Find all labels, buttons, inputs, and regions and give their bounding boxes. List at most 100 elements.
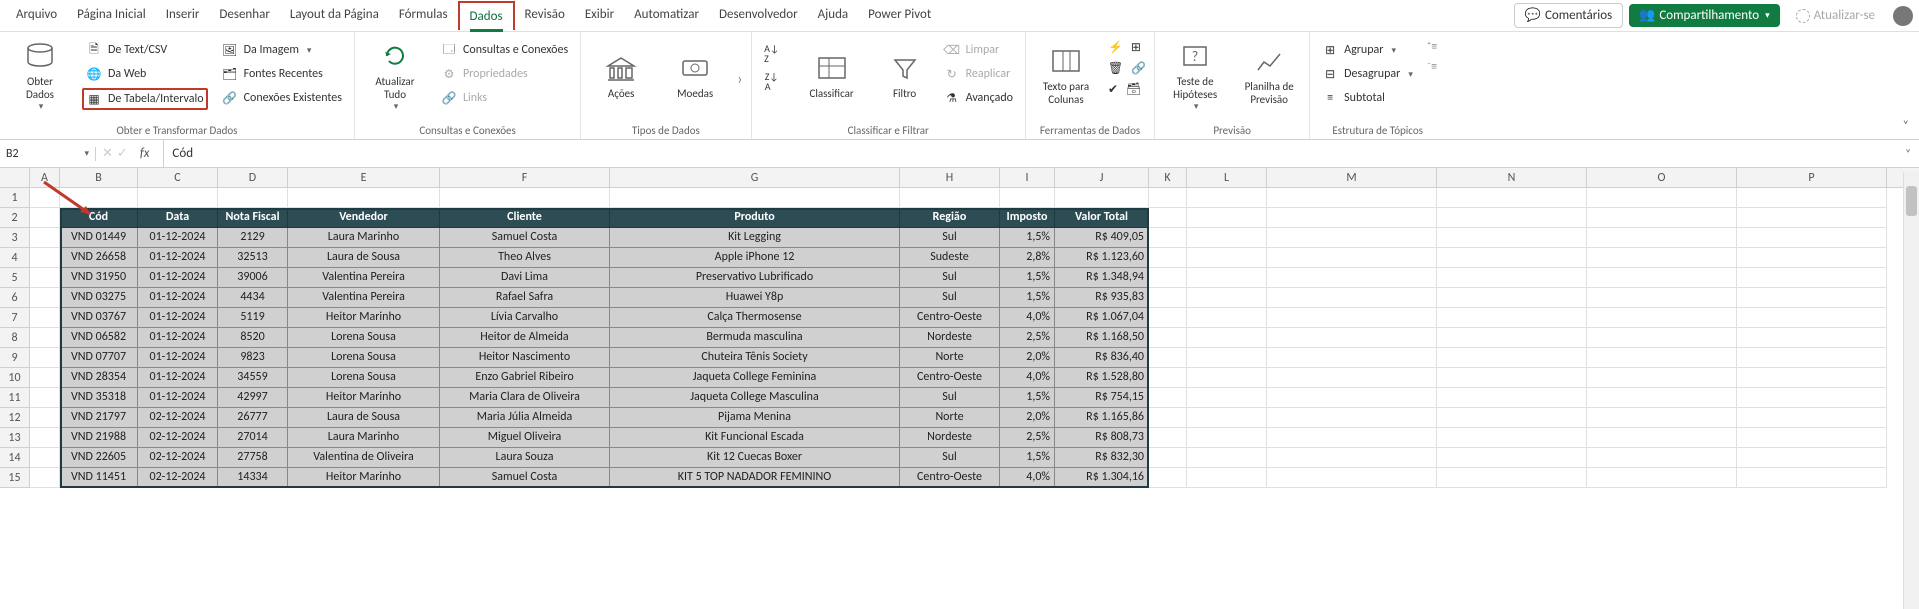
cell-D3[interactable]: 2129 — [218, 228, 288, 248]
cell-G5[interactable]: Preservativo Lubrificado — [610, 268, 900, 288]
cell-N13[interactable] — [1437, 428, 1587, 448]
cell-C12[interactable]: 02-12-2024 — [138, 408, 218, 428]
cell-G8[interactable]: Bermuda masculina — [610, 328, 900, 348]
cell-N9[interactable] — [1437, 348, 1587, 368]
fx-icon[interactable]: fx — [132, 146, 158, 161]
cell-O4[interactable] — [1587, 248, 1737, 268]
sort-button[interactable]: Classificar — [794, 36, 870, 116]
cell-B6[interactable]: VND 03275 — [60, 288, 138, 308]
cell-J12[interactable]: R$ 1.165,86 — [1055, 408, 1149, 428]
menu-tab-dados[interactable]: Dados — [458, 1, 515, 30]
cell-A11[interactable] — [30, 388, 60, 408]
filter-button[interactable]: Filtro — [880, 36, 930, 116]
cell-O1[interactable] — [1587, 188, 1737, 208]
menu-tab-ajuda[interactable]: Ajuda — [808, 1, 859, 30]
row-header[interactable]: 5 — [0, 268, 29, 288]
show-detail-icon[interactable]: ⁺≡ — [1427, 40, 1437, 54]
share-button[interactable]: 👥 Compartilhamento ▾ — [1629, 4, 1779, 27]
cell-E12[interactable]: Laura de Sousa — [288, 408, 440, 428]
cell-K7[interactable] — [1149, 308, 1187, 328]
cell-G7[interactable]: Calça Thermosense — [610, 308, 900, 328]
cell-H11[interactable]: Sul — [900, 388, 1000, 408]
cell-M8[interactable] — [1267, 328, 1437, 348]
refresh-all-button[interactable]: Atualizar Tudo▾ — [363, 36, 427, 116]
comments-button[interactable]: 💬 Comentários — [1514, 3, 1623, 28]
chevron-down-icon[interactable]: ▾ — [84, 148, 89, 159]
cell-I3[interactable]: 1,5% — [1000, 228, 1055, 248]
cell-C13[interactable]: 02-12-2024 — [138, 428, 218, 448]
row-header[interactable]: 1 — [0, 188, 29, 208]
row-header[interactable]: 13 — [0, 428, 29, 448]
cell-B9[interactable]: VND 07707 — [60, 348, 138, 368]
cell-L4[interactable] — [1187, 248, 1267, 268]
cell-N7[interactable] — [1437, 308, 1587, 328]
cell-A6[interactable] — [30, 288, 60, 308]
cell-O2[interactable] — [1587, 208, 1737, 228]
cell-M3[interactable] — [1267, 228, 1437, 248]
cell-E9[interactable]: Lorena Sousa — [288, 348, 440, 368]
row-header[interactable]: 11 — [0, 388, 29, 408]
cell-F15[interactable]: Samuel Costa — [440, 468, 610, 488]
cell-J13[interactable]: R$ 808,73 — [1055, 428, 1149, 448]
hide-detail-icon[interactable]: ⁻≡ — [1427, 60, 1437, 74]
cell-M15[interactable] — [1267, 468, 1437, 488]
cell-N1[interactable] — [1437, 188, 1587, 208]
cell-K4[interactable] — [1149, 248, 1187, 268]
cell-A5[interactable] — [30, 268, 60, 288]
menu-tab-power-pivot[interactable]: Power Pivot — [858, 1, 941, 30]
data-types-expand[interactable]: › — [737, 70, 742, 89]
cell-O7[interactable] — [1587, 308, 1737, 328]
cell-L14[interactable] — [1187, 448, 1267, 468]
cell-M7[interactable] — [1267, 308, 1437, 328]
group-button[interactable]: ⊞Agrupar▾ — [1318, 40, 1417, 60]
cell-L7[interactable] — [1187, 308, 1267, 328]
vertical-scrollbar[interactable] — [1903, 172, 1919, 609]
cell-P1[interactable] — [1737, 188, 1887, 208]
cell-B1[interactable] — [60, 188, 138, 208]
cell-P4[interactable] — [1737, 248, 1887, 268]
cell-G9[interactable]: Chuteira Tênis Society — [610, 348, 900, 368]
cell-L13[interactable] — [1187, 428, 1267, 448]
cell-D1[interactable] — [218, 188, 288, 208]
cell-F13[interactable]: Miguel Oliveira — [440, 428, 610, 448]
column-header-G[interactable]: G — [610, 168, 900, 187]
cell-E6[interactable]: Valentina Pereira — [288, 288, 440, 308]
row-header[interactable]: 2 — [0, 208, 29, 228]
cell-A9[interactable] — [30, 348, 60, 368]
cell-E3[interactable]: Laura Marinho — [288, 228, 440, 248]
cell-N3[interactable] — [1437, 228, 1587, 248]
cell-J7[interactable]: R$ 1.067,04 — [1055, 308, 1149, 328]
column-header-N[interactable]: N — [1437, 168, 1587, 187]
cell-D6[interactable]: 4434 — [218, 288, 288, 308]
cell-A13[interactable] — [30, 428, 60, 448]
row-header[interactable]: 7 — [0, 308, 29, 328]
text-to-columns-button[interactable]: Texto para Colunas — [1034, 36, 1098, 116]
cell-J10[interactable]: R$ 1.528,80 — [1055, 368, 1149, 388]
cell-I12[interactable]: 2,0% — [1000, 408, 1055, 428]
cell-H6[interactable]: Sul — [900, 288, 1000, 308]
cell-H15[interactable]: Centro-Oeste — [900, 468, 1000, 488]
cell-P2[interactable] — [1737, 208, 1887, 228]
cell-J5[interactable]: R$ 1.348,94 — [1055, 268, 1149, 288]
menu-tab-revisão[interactable]: Revisão — [515, 1, 575, 30]
cell-B4[interactable]: VND 26658 — [60, 248, 138, 268]
cell-P14[interactable] — [1737, 448, 1887, 468]
cell-J4[interactable]: R$ 1.123,60 — [1055, 248, 1149, 268]
cell-P9[interactable] — [1737, 348, 1887, 368]
cell-P13[interactable] — [1737, 428, 1887, 448]
cell-D9[interactable]: 9823 — [218, 348, 288, 368]
cell-H1[interactable] — [900, 188, 1000, 208]
cell-E8[interactable]: Lorena Sousa — [288, 328, 440, 348]
cell-H14[interactable]: Sul — [900, 448, 1000, 468]
cell-E14[interactable]: Valentina de Oliveira — [288, 448, 440, 468]
cell-I5[interactable]: 1,5% — [1000, 268, 1055, 288]
menu-tab-página-inicial[interactable]: Página Inicial — [67, 1, 156, 30]
cell-C1[interactable] — [138, 188, 218, 208]
cell-K9[interactable] — [1149, 348, 1187, 368]
cell-M11[interactable] — [1267, 388, 1437, 408]
cell-F7[interactable]: Lívia Carvalho — [440, 308, 610, 328]
cell-C3[interactable]: 01-12-2024 — [138, 228, 218, 248]
row-header[interactable]: 3 — [0, 228, 29, 248]
cell-I15[interactable]: 4,0% — [1000, 468, 1055, 488]
column-header-F[interactable]: F — [440, 168, 610, 187]
